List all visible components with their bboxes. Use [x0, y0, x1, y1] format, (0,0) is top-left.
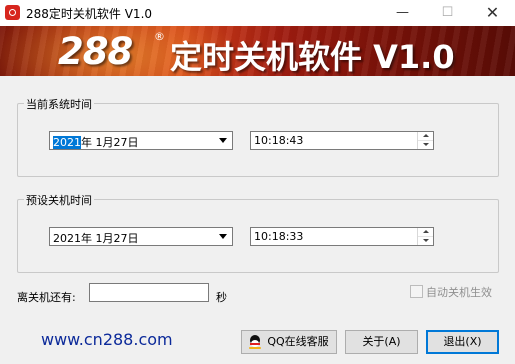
- qq-support-label: QQ在线客服: [267, 335, 329, 348]
- registered-mark: ®: [154, 30, 165, 43]
- spin-up-icon[interactable]: [418, 132, 433, 141]
- current-date-text: 2021年 1月27日: [53, 134, 139, 150]
- title-bar[interactable]: 288定时关机软件 V1.0 — ☐ ✕: [0, 0, 515, 26]
- auto-shutdown-label: 自动关机生效: [426, 286, 492, 299]
- current-date-rest: 年 1月27日: [81, 136, 139, 149]
- current-time-legend: 当前系统时间: [24, 96, 94, 112]
- current-date-year: 2021: [53, 136, 81, 149]
- current-time-group: 当前系统时间 2021年 1月27日 10:18:43: [17, 96, 499, 177]
- countdown-label: 离关机还有:: [17, 291, 76, 304]
- maximize-button: ☐: [441, 5, 454, 20]
- window-title: 288定时关机软件 V1.0: [26, 7, 153, 21]
- qq-penguin-icon: [249, 335, 261, 349]
- countdown-field[interactable]: [89, 283, 209, 302]
- minimize-button[interactable]: —: [380, 0, 425, 26]
- seconds-unit-label: 秒: [216, 291, 227, 304]
- current-time-spin-buttons: [417, 132, 433, 149]
- shutdown-time-spin-buttons: [417, 228, 433, 245]
- current-date-picker[interactable]: 2021年 1月27日: [49, 131, 233, 150]
- qq-support-button[interactable]: QQ在线客服: [241, 330, 337, 354]
- current-time-spinner[interactable]: 10:18:43: [250, 131, 434, 150]
- shutdown-time-group: 预设关机时间 2021年 1月27日 10:18:33: [17, 192, 499, 273]
- banner: 288 ® 定时关机软件 V1.0: [0, 26, 515, 76]
- chevron-down-icon[interactable]: [216, 133, 231, 148]
- close-button[interactable]: ✕: [470, 0, 515, 26]
- about-button[interactable]: 关于(A): [345, 330, 418, 354]
- chevron-down-icon[interactable]: [216, 229, 231, 244]
- app-window: 288定时关机软件 V1.0 — ☐ ✕ 288 ® 定时关机软件 V1.0 当…: [0, 0, 515, 364]
- auto-shutdown-checkbox: [410, 285, 423, 298]
- shutdown-date-picker[interactable]: 2021年 1月27日: [49, 227, 233, 246]
- app-icon: [5, 5, 20, 20]
- shutdown-date-text: 2021年 1月27日: [53, 232, 139, 245]
- current-time-text: 10:18:43: [254, 134, 304, 147]
- shutdown-time-legend: 预设关机时间: [24, 192, 94, 208]
- banner-title: 定时关机软件 V1.0: [170, 38, 455, 76]
- exit-button[interactable]: 退出(X): [426, 330, 499, 354]
- shutdown-time-text: 10:18:33: [254, 230, 304, 243]
- spin-down-icon[interactable]: [418, 141, 433, 149]
- spin-down-icon[interactable]: [418, 237, 433, 245]
- shutdown-time-spinner[interactable]: 10:18:33: [250, 227, 434, 246]
- spin-up-icon[interactable]: [418, 228, 433, 237]
- website-link[interactable]: www.cn288.com: [41, 330, 173, 349]
- banner-logo-number: 288: [58, 30, 133, 73]
